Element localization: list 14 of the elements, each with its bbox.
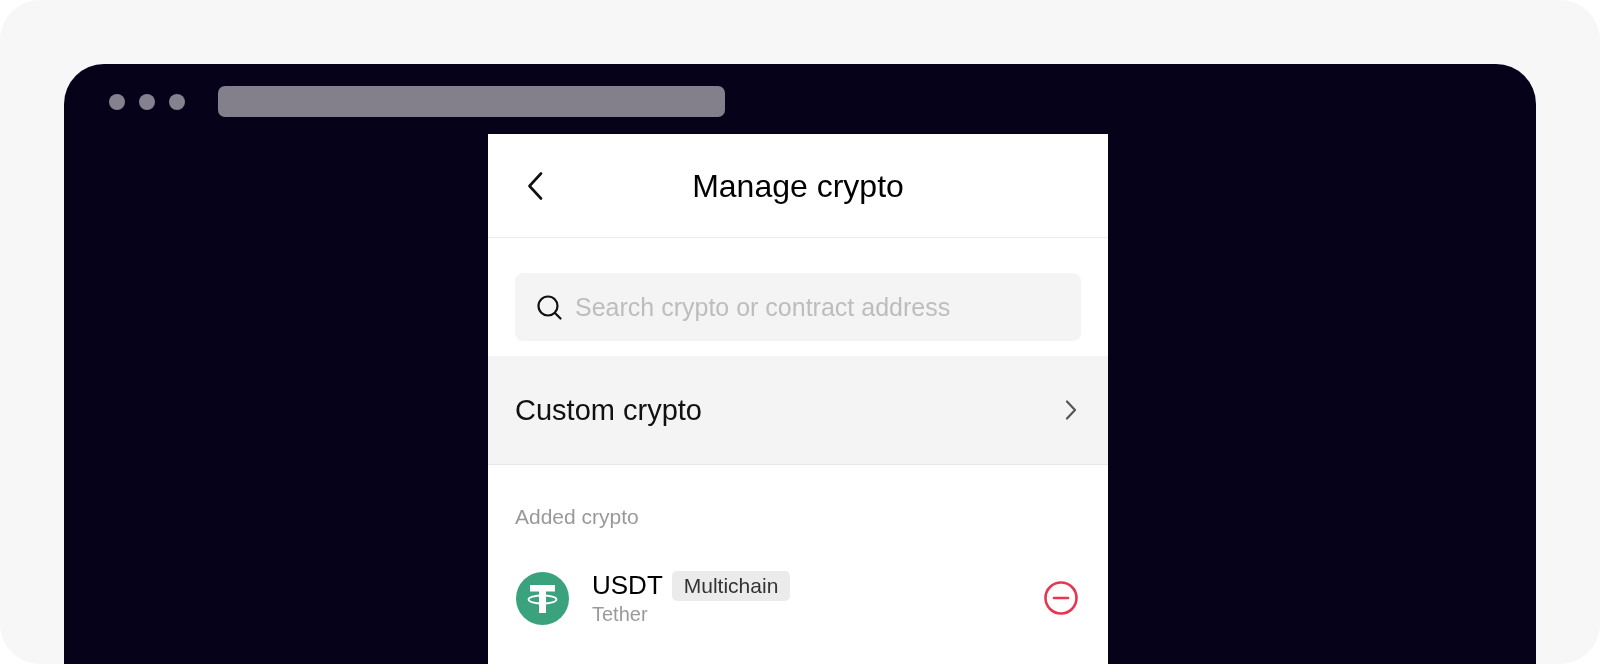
window-dot-icon <box>169 93 185 110</box>
window-dot-icon <box>139 93 155 110</box>
asset-name: Tether <box>592 603 648 626</box>
screen-title: Manage crypto <box>692 168 904 205</box>
section-label: Added crypto <box>515 505 639 528</box>
back-icon[interactable] <box>527 171 543 200</box>
window-dot-icon <box>109 93 125 110</box>
network-tag: Multichain <box>671 570 791 601</box>
remove-icon[interactable] <box>1044 581 1078 615</box>
coin-logo-icon <box>516 571 569 625</box>
asset-symbol: USDT <box>592 570 663 601</box>
search-icon <box>537 295 562 320</box>
custom-crypto-row[interactable]: Custom crypto <box>488 356 1108 465</box>
chevron-right-icon <box>1065 400 1077 420</box>
